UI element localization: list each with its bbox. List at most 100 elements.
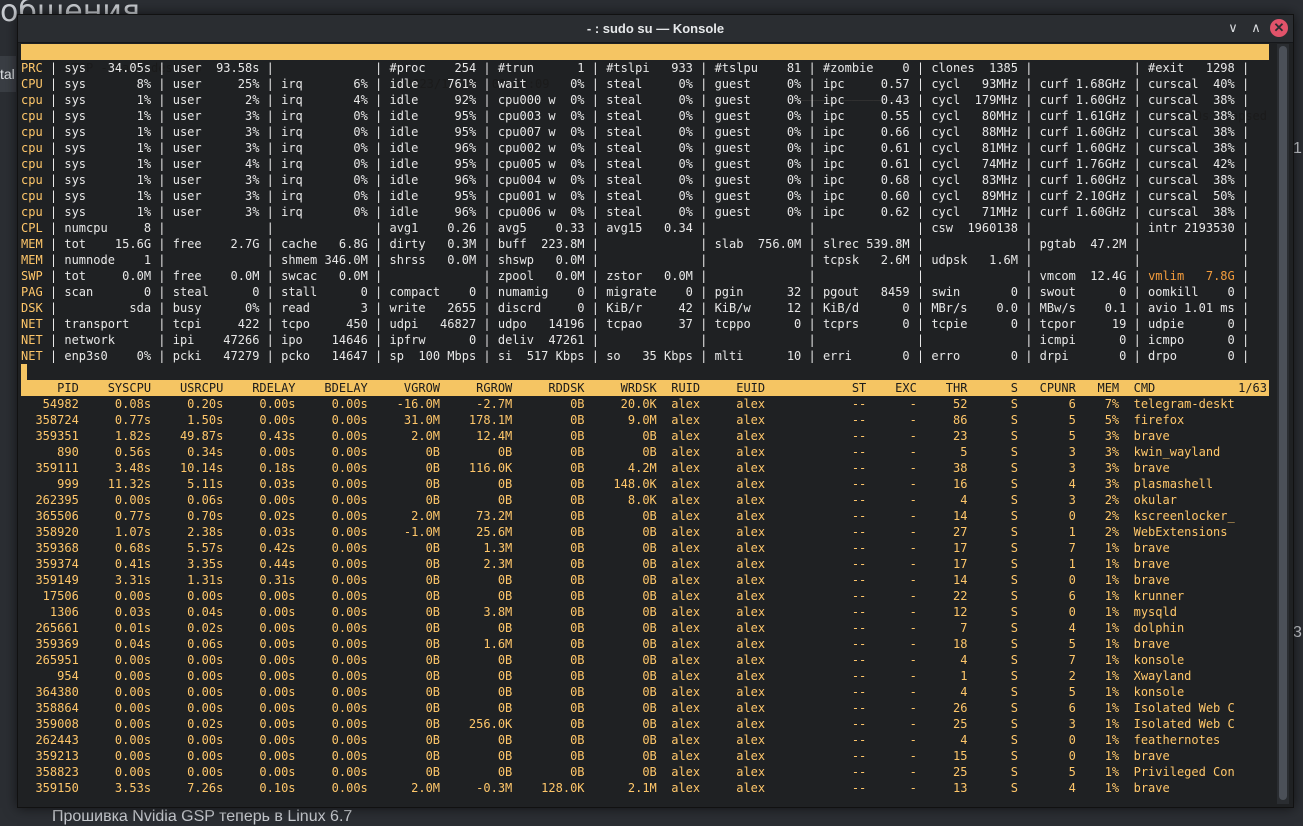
process-row[interactable]: 265661 0.01s 0.02s 0.00s 0.00s 0B 0B 0B … (21, 620, 1184, 636)
titlebar[interactable]: - : sudo su — Konsole ∨ ∧ ✕ (18, 15, 1293, 43)
process-row[interactable]: 358864 0.00s 0.00s 0.00s 0.00s 0B 0B 0B … (21, 700, 1234, 716)
process-row[interactable]: 265951 0.00s 0.00s 0.00s 0.00s 0B 0B 0B … (21, 652, 1184, 668)
system-stat-line: cpu | sys 1% | user 3% | irq 0% | idle 9… (21, 124, 1249, 140)
process-row[interactable]: 1306 0.03s 0.04s 0.00s 0.00s 0B 3.8M 0B … (21, 604, 1177, 620)
process-row[interactable]: 358823 0.00s 0.00s 0.00s 0.00s 0B 0B 0B … (21, 764, 1234, 780)
collapse-button[interactable]: ∨ (1224, 19, 1242, 37)
stat-values: | network | ipi 47266 | ipo 14646 | ipfr… (42, 333, 1250, 347)
window-title: - : sudo su — Konsole (586, 21, 725, 36)
stat-category-label: cpu (21, 125, 43, 139)
process-row[interactable]: 954 0.00s 0.00s 0.00s 0.00s 0B 0B 0B 0B … (21, 668, 1191, 684)
stat-values: | tot 0.0M | free 0.0M | swcac 0.0M | | … (42, 269, 1149, 283)
stat-category-label: PAG (21, 285, 43, 299)
process-row[interactable]: 359368 0.68s 5.57s 0.42s 0.00s 0B 1.3M 0… (21, 540, 1169, 556)
process-row[interactable]: 365506 0.77s 0.70s 0.02s 0.00s 2.0M 73.2… (21, 508, 1234, 524)
system-stat-line: cpu | sys 1% | user 3% | irq 0% | idle 9… (21, 204, 1249, 220)
process-row[interactable]: 359351 1.82s 49.87s 0.43s 0.00s 2.0M 12.… (21, 428, 1169, 444)
system-stat-line: MEM | tot 15.6G | free 2.7G | cache 6.8G… (21, 236, 1249, 252)
stat-values: | sys 1% | user 3% | irq 0% | idle 95% |… (42, 189, 1250, 203)
stat-category-label: cpu (21, 205, 43, 219)
system-stat-line: SWP | tot 0.0M | free 0.0M | swcac 0.0M … (21, 268, 1249, 284)
stat-values: | numnode 1 | | shmem 346.0M | shrss 0.0… (42, 253, 1250, 267)
process-row[interactable]: 358724 0.77s 1.50s 0.00s 0.00s 31.0M 178… (21, 412, 1184, 428)
process-row[interactable]: 17506 0.00s 0.00s 0.00s 0.00s 0B 0B 0B 0… (21, 588, 1185, 604)
stat-values: | sys 1% | user 3% | irq 0% | idle 95% |… (42, 125, 1250, 139)
konsole-window: - : sudo su — Konsole ∨ ∧ ✕ ATOP - main-… (17, 14, 1294, 808)
terminal-area[interactable]: ATOP - main-desktop 2023/11/28 01:48:09 … (21, 44, 1269, 804)
stat-values: | sys 8% | user 25% | irq 6% | idle 761%… (42, 77, 1250, 91)
process-row[interactable]: 999 11.32s 5.11s 0.03s 0.00s 0B 0B 0B 14… (21, 476, 1213, 492)
stat-category-label: NET (21, 349, 43, 363)
stat-category-label: PRC (21, 61, 43, 75)
stat-category-label: DSK (21, 301, 43, 315)
process-row[interactable]: 54982 0.08s 0.20s 0.00s 0.00s -16.0M -2.… (21, 396, 1235, 412)
process-table-header: PID SYSCPU USRCPU RDELAY BDELAY VGROW RG… (21, 380, 1269, 396)
system-stat-line: DSK | sda | busy 0% | read 3 | write 265… (21, 300, 1249, 316)
background-footer-text: Прошивка Nvidia GSP теперь в Linux 6.7 (52, 808, 353, 825)
stat-values: | enp3s0 0% | pcki 47279 | pcko 14647 | … (42, 349, 1250, 363)
stat-values: | numcpu 8 | | | avg1 0.26 | avg5 0.33 |… (42, 221, 1250, 235)
system-stat-line: cpu | sys 1% | user 3% | irq 0% | idle 9… (21, 188, 1249, 204)
process-row[interactable]: 359369 0.04s 0.06s 0.00s 0.00s 0B 1.6M 0… (21, 636, 1169, 652)
system-stat-line: CPU | sys 8% | user 25% | irq 6% | idle … (21, 76, 1249, 92)
system-stat-line: CPL | numcpu 8 | | | avg1 0.26 | avg5 0.… (21, 220, 1249, 236)
stat-values: | sys 1% | user 3% | irq 0% | idle 96% |… (42, 141, 1250, 155)
system-stat-line: PRC | sys 34.05s | user 93.58s | | #proc… (21, 60, 1249, 76)
stat-category-label: NET (21, 317, 43, 331)
stat-values: | transport | tcpi 422 | tcpo 450 | udpi… (42, 317, 1250, 331)
process-row[interactable]: 359008 0.00s 0.02s 0.00s 0.00s 0B 256.0K… (21, 716, 1234, 732)
process-row[interactable]: 359149 3.31s 1.31s 0.31s 0.00s 0B 0B 0B … (21, 572, 1169, 588)
vmlim-warning: vmlim 7.8G (1148, 269, 1242, 283)
stat-category-label: CPU (21, 77, 43, 91)
system-stat-line: NET | transport | tcpi 422 | tcpo 450 | … (21, 316, 1249, 332)
process-column-headers: PID SYSCPU USRCPU RDELAY BDELAY VGROW RG… (21, 381, 1156, 395)
process-row[interactable]: 359213 0.00s 0.00s 0.00s 0.00s 0B 0B 0B … (21, 748, 1169, 764)
stat-values: | sys 1% | user 4% | irq 0% | idle 95% |… (42, 157, 1250, 171)
stat-values-tail: | (1241, 269, 1250, 283)
process-row[interactable]: 359150 3.53s 7.26s 0.10s 0.00s 2.0M -0.3… (21, 780, 1169, 796)
process-row[interactable]: 262443 0.00s 0.00s 0.00s 0.00s 0B 0B 0B … (21, 732, 1220, 748)
separator-marker (21, 364, 27, 380)
background-tab[interactable]: tal (0, 56, 16, 92)
stat-values: | sys 34.05s | user 93.58s | | #proc 254… (42, 61, 1250, 75)
background-mark-2: 3 (1293, 624, 1302, 641)
stat-values: | sys 1% | user 3% | irq 0% | idle 96% |… (42, 173, 1250, 187)
process-row[interactable]: 359374 0.41s 3.35s 0.44s 0.00s 0B 2.3M 0… (21, 556, 1169, 572)
stat-category-label: MEM (21, 253, 43, 267)
system-stat-line: cpu | sys 1% | user 2% | irq 4% | idle 9… (21, 92, 1249, 108)
system-stat-line: cpu | sys 1% | user 4% | irq 0% | idle 9… (21, 156, 1249, 172)
stat-values: | sys 1% | user 2% | irq 4% | idle 92% |… (42, 93, 1250, 107)
system-stat-line: NET | enp3s0 0% | pcki 47279 | pcko 1464… (21, 348, 1249, 364)
process-row[interactable]: 890 0.56s 0.34s 0.00s 0.00s 0B 0B 0B 0B … (21, 444, 1220, 460)
stat-category-label: cpu (21, 173, 43, 187)
maximize-button[interactable]: ∧ (1247, 19, 1265, 37)
stat-category-label: cpu (21, 157, 43, 171)
atop-header: ATOP - main-desktop 2023/11/28 01:48:09 … (21, 44, 1269, 123)
stat-category-label: cpu (21, 141, 43, 155)
stat-values: | sys 1% | user 3% | irq 0% | idle 96% |… (42, 205, 1250, 219)
stat-category-label: cpu (21, 93, 43, 107)
process-row[interactable]: 358920 1.07s 2.38s 0.03s 0.00s -1.0M 25.… (21, 524, 1227, 540)
close-button[interactable]: ✕ (1270, 19, 1288, 37)
stat-values: | sys 1% | user 3% | irq 0% | idle 95% |… (42, 109, 1250, 123)
process-row[interactable]: 262395 0.00s 0.06s 0.00s 0.00s 0B 0B 0B … (21, 492, 1177, 508)
process-row[interactable]: 359111 3.48s 10.14s 0.18s 0.00s 0B 116.0… (21, 460, 1169, 476)
system-stat-line: cpu | sys 1% | user 3% | irq 0% | idle 9… (21, 108, 1249, 124)
scrollbar-thumb[interactable] (1279, 46, 1287, 800)
system-stat-line: MEM | numnode 1 | | shmem 346.0M | shrss… (21, 252, 1249, 268)
stat-category-label: cpu (21, 109, 43, 123)
stat-category-label: cpu (21, 189, 43, 203)
stat-category-label: SWP (21, 269, 43, 283)
system-stat-line: cpu | sys 1% | user 3% | irq 0% | idle 9… (21, 172, 1249, 188)
stat-category-label: MEM (21, 237, 43, 251)
system-stat-line: PAG | scan 0 | steal 0 | stall 0 | compa… (21, 284, 1249, 300)
stat-values: | tot 15.6G | free 2.7G | cache 6.8G | d… (42, 237, 1250, 251)
process-row[interactable]: 364380 0.00s 0.00s 0.00s 0.00s 0B 0B 0B … (21, 684, 1184, 700)
system-stat-line: NET | network | ipi 47266 | ipo 14646 | … (21, 332, 1249, 348)
stat-values: | scan 0 | steal 0 | stall 0 | compact 0… (42, 285, 1250, 299)
system-stat-line: cpu | sys 1% | user 3% | irq 0% | idle 9… (21, 140, 1249, 156)
page-indicator: 1/63 (1238, 381, 1267, 395)
stat-category-label: CPL (21, 221, 43, 235)
scrollbar[interactable] (1277, 44, 1289, 804)
background-mark-1: 1 (1293, 140, 1302, 157)
